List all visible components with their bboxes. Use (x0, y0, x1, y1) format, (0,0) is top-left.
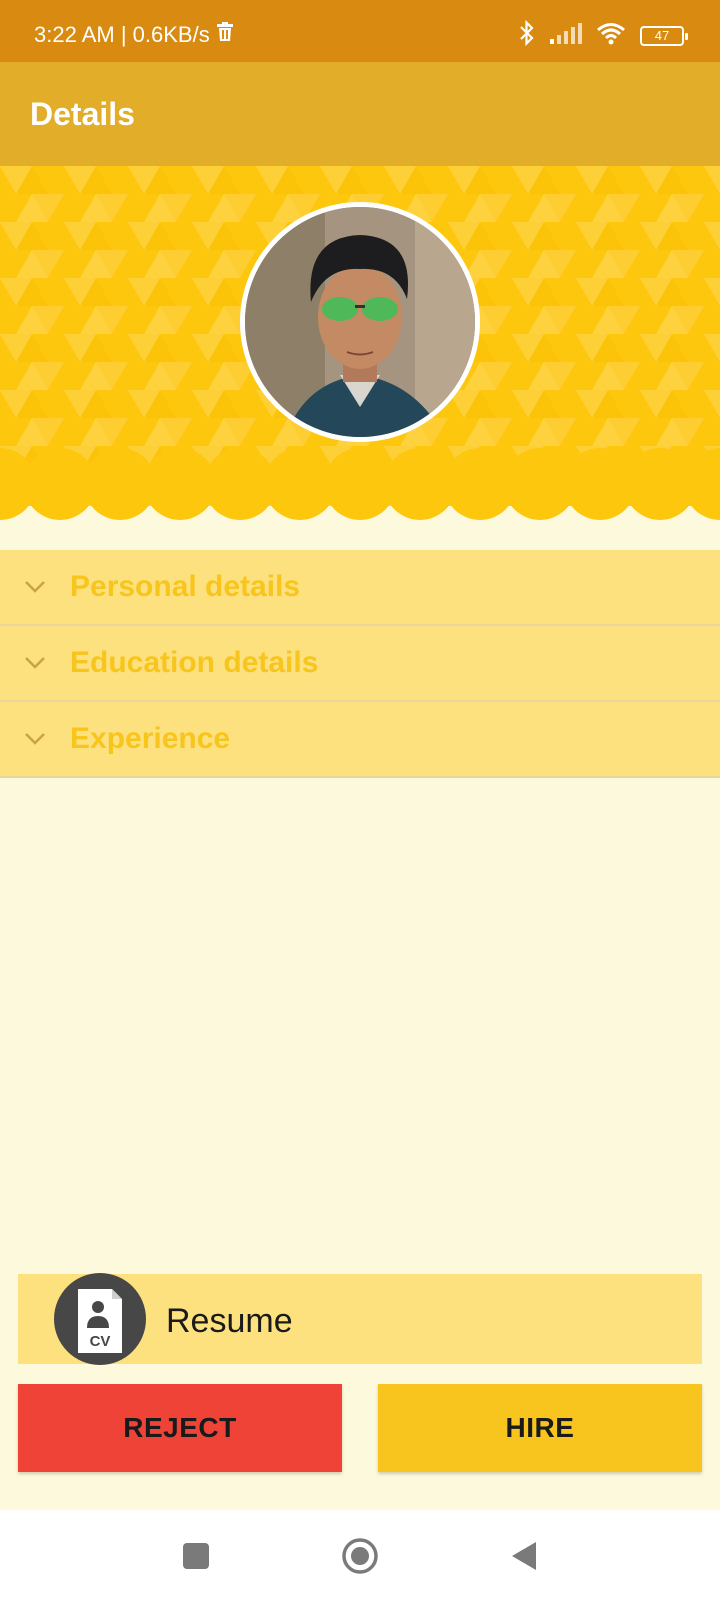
recent-apps-icon[interactable] (172, 1532, 220, 1580)
status-right: 47 (518, 19, 688, 51)
section-label: Education details (70, 646, 319, 679)
profile-header (0, 166, 720, 536)
status-bar: 3:22 AM | 0.6KB/s 47 (0, 0, 720, 62)
cv-icon-text: CV (90, 1333, 111, 1350)
status-left: 3:22 AM | 0.6KB/s (34, 22, 234, 48)
section-label: Personal details (70, 570, 301, 603)
chevron-down-icon (0, 732, 70, 746)
section-personal-details[interactable]: Personal details (0, 550, 720, 626)
status-time-speed: 3:22 AM | 0.6KB/s (34, 22, 210, 47)
details-accordion: Personal details Education details Exper… (0, 550, 720, 778)
bluetooth-icon (518, 19, 536, 51)
section-experience[interactable]: Experience (0, 702, 720, 778)
chevron-down-icon (0, 656, 70, 670)
system-nav-bar (0, 1510, 720, 1600)
hire-button[interactable]: HIRE (378, 1384, 702, 1472)
page-title: Details (30, 96, 135, 132)
avatar (240, 202, 480, 442)
home-icon[interactable] (336, 1532, 384, 1580)
signal-icon (550, 22, 582, 49)
cv-icon: CV (54, 1273, 146, 1365)
wifi-icon (596, 21, 626, 50)
section-label: Experience (70, 722, 231, 755)
profile-photo (245, 207, 475, 437)
resume-button[interactable]: CV Resume (18, 1273, 702, 1365)
battery-icon: 47 (640, 25, 688, 46)
app-bar: Details (0, 62, 720, 166)
back-icon[interactable] (500, 1532, 548, 1580)
trash-icon (216, 22, 234, 48)
resume-label: Resume (166, 1302, 293, 1340)
section-education-details[interactable]: Education details (0, 626, 720, 702)
reject-button[interactable]: REJECT (18, 1384, 342, 1472)
chevron-down-icon (0, 580, 70, 594)
